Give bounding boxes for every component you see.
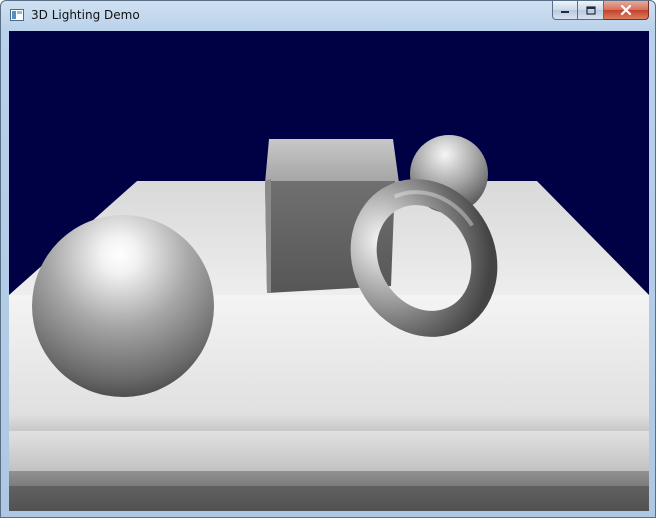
maximize-button[interactable]: [578, 1, 604, 20]
scene-canvas: [9, 31, 649, 511]
window-title: 3D Lighting Demo: [31, 8, 140, 22]
caption-buttons: [552, 1, 649, 20]
window-app-icon: [10, 9, 24, 21]
maximize-icon: [585, 5, 596, 15]
render-viewport[interactable]: [9, 31, 649, 511]
minimize-button[interactable]: [552, 1, 578, 20]
app-window: 3D Lighting Demo: [0, 0, 656, 518]
close-icon: [620, 5, 632, 15]
minimize-icon: [561, 11, 569, 13]
close-button[interactable]: [604, 1, 649, 20]
large-sphere: [32, 215, 214, 397]
title-bar[interactable]: 3D Lighting Demo: [1, 1, 655, 29]
